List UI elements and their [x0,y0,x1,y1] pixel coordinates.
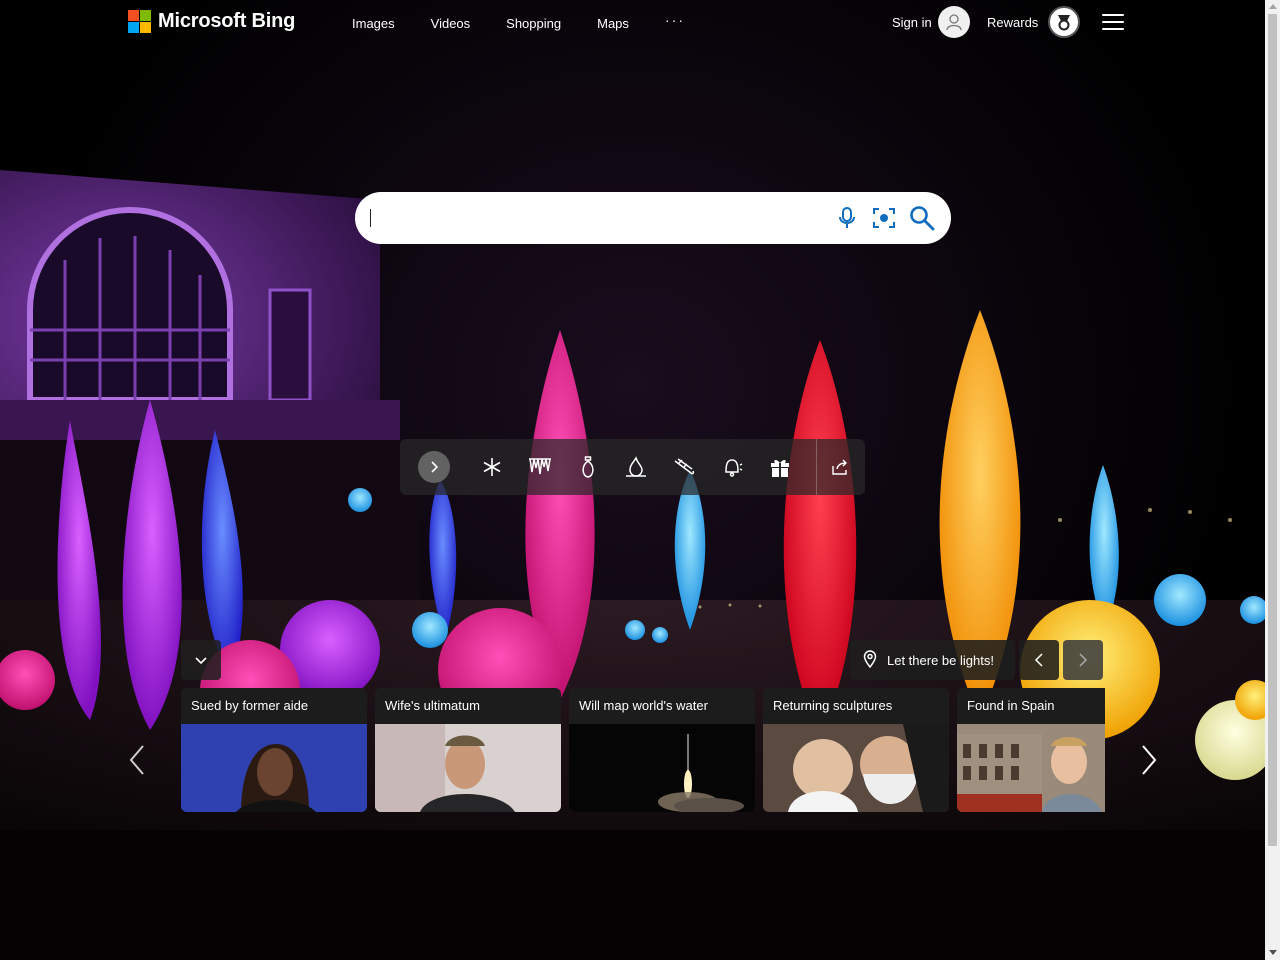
nav-maps[interactable]: Maps [597,16,629,31]
card-title: Found in Spain [957,688,1105,724]
nav-videos[interactable]: Videos [431,16,471,31]
avatar-icon [937,6,970,38]
news-card[interactable]: Sued by former aide [181,688,367,812]
rewards-label: Rewards [987,14,1039,30]
theme-toolbar [400,439,865,495]
fire-icon[interactable] [624,455,648,479]
location-pin-icon [863,649,877,671]
scrollbar-thumb[interactable] [1268,14,1277,846]
rewards-medal-icon [1048,6,1081,38]
share-icon[interactable] [828,455,852,479]
card-image [181,724,367,812]
visual-search-icon[interactable] [870,204,898,232]
gift-icon[interactable] [768,455,792,479]
card-title: Returning sculptures [763,688,949,724]
card-title: Wife's ultimatum [375,688,561,724]
carousel-prev-arrow[interactable] [126,742,148,778]
toolbar-divider [816,439,817,495]
card-title: Sued by former aide [181,688,367,724]
news-carousel: Sued by former aide Wife's ultimatum Wil… [181,688,1105,812]
previous-image-button[interactable] [1019,640,1059,680]
bing-logo[interactable]: Microsoft Bing [128,10,295,33]
microsoft-logo-icon [128,10,151,33]
scroll-down-arrow-icon[interactable] [1269,950,1277,955]
top-header: Microsoft Bing Images Videos Shopping Ma… [0,0,1265,46]
mic-icon[interactable] [833,204,861,232]
image-info-button[interactable]: Let there be lights! [850,640,1015,680]
collapse-feed-button[interactable] [181,640,221,680]
ornament-icon[interactable] [576,455,600,479]
nav-shopping[interactable]: Shopping [506,16,561,31]
card-image [375,724,561,812]
card-image [763,724,949,812]
text-caret [370,209,371,227]
brand-name: Microsoft Bing [158,10,296,32]
hamburger-menu-icon[interactable] [1102,14,1124,30]
rewards-button[interactable]: Rewards [987,6,1081,38]
image-title: Let there be lights! [887,652,994,668]
snowflake-icon[interactable] [480,455,504,479]
nav-images[interactable]: Images [352,16,395,31]
search-icon[interactable] [908,204,936,232]
sign-in-label: Sign in [892,14,932,30]
sled-icon[interactable] [672,455,696,479]
icicles-icon[interactable] [528,455,552,479]
news-card[interactable]: Will map world's water [569,688,755,812]
toolbar-expand-button[interactable] [418,451,450,483]
top-nav: Images Videos Shopping Maps ··· [352,12,683,31]
next-image-button[interactable] [1063,640,1103,680]
news-card[interactable]: Returning sculptures [763,688,949,812]
card-title: Will map world's water [569,688,755,724]
bell-icon[interactable] [720,455,744,479]
carousel-next-arrow[interactable] [1138,742,1160,778]
nav-more-button[interactable]: ··· [665,12,685,28]
card-image [957,724,1105,812]
search-input[interactable] [369,204,819,232]
search-box [355,192,951,244]
news-card[interactable]: Found in Spain [957,688,1105,812]
page-scrollbar[interactable] [1265,0,1280,960]
scroll-up-arrow-icon[interactable] [1269,4,1277,9]
news-card[interactable]: Wife's ultimatum [375,688,561,812]
card-image [569,724,755,812]
sign-in-button[interactable]: Sign in [892,6,970,38]
